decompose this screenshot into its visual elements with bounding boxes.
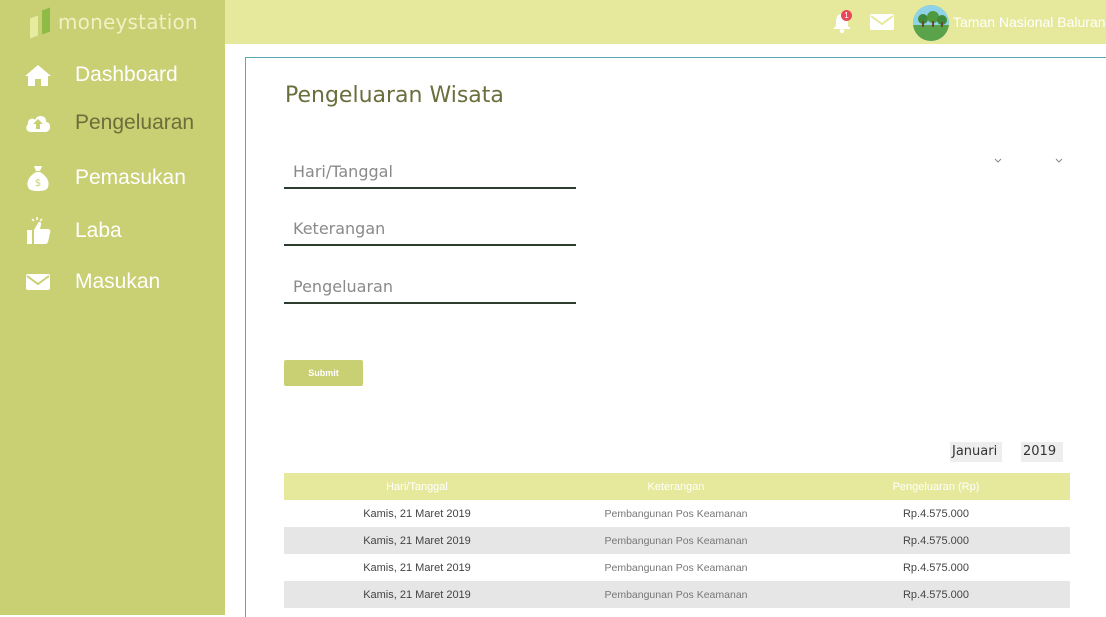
date-field[interactable] — [284, 155, 576, 189]
cell-description: Pembangunan Pos Keamanan — [604, 507, 748, 520]
chevron-down-icon[interactable] — [993, 157, 1005, 167]
messages-envelope-icon[interactable] — [869, 12, 895, 32]
user-name[interactable]: Taman Nasional Baluran — [953, 14, 1106, 30]
column-header-amount: Pengeluaran (Rp) — [802, 473, 1070, 500]
column-header-date: Hari/Tanggal — [284, 473, 550, 500]
cell-amount: Rp.4.575.000 — [802, 527, 1070, 554]
notification-badge: 1 — [841, 10, 852, 21]
cell-description: Pembangunan Pos Keamanan — [604, 561, 748, 574]
cell-amount: Rp.4.575.000 — [902, 507, 970, 520]
logo[interactable]: moneystation — [30, 6, 198, 39]
money-bag-icon: $ — [24, 164, 52, 192]
home-icon — [24, 61, 52, 89]
thumbs-up-icon — [24, 217, 52, 245]
sidebar-item-pengeluaran[interactable]: Pengeluaran — [0, 103, 225, 143]
sidebar-item-label: Masukan — [75, 270, 161, 293]
chevron-down-icon[interactable] — [1054, 157, 1066, 167]
envelope-icon — [24, 268, 52, 296]
amount-field[interactable] — [284, 270, 576, 304]
sidebar: moneystation Dashboard Pengeluaran $ Pem… — [0, 0, 225, 615]
cell-amount: Rp.4.575.000 — [802, 581, 1070, 608]
svg-text:$: $ — [35, 178, 41, 189]
sidebar-item-pemasukan[interactable]: $ Pemasukan — [0, 158, 225, 198]
page-title: Pengeluaran Wisata — [285, 83, 504, 108]
cell-date: Kamis, 21 Maret 2019 — [284, 581, 550, 608]
avatar[interactable] — [913, 5, 949, 41]
cell-date: Kamis, 21 Maret 2019 — [284, 527, 550, 554]
sidebar-item-laba[interactable]: Laba — [0, 211, 225, 251]
sidebar-item-label: Pengeluaran — [75, 111, 195, 134]
description-field[interactable] — [284, 212, 576, 246]
logo-mark-icon — [30, 7, 54, 39]
submit-button[interactable]: Submit — [284, 360, 363, 386]
table-row: Kamis, 21 Maret 2019 Pembangunan Pos Kea… — [284, 500, 1070, 527]
cloud-upload-icon — [24, 109, 52, 137]
sidebar-item-label: Pemasukan — [75, 166, 186, 189]
cell-date: Kamis, 21 Maret 2019 — [363, 561, 471, 574]
cell-description: Pembangunan Pos Keamanan — [550, 581, 802, 608]
column-header-description: Keterangan — [550, 473, 802, 500]
cell-description: Pembangunan Pos Keamanan — [550, 527, 802, 554]
brand-name: moneystation — [58, 10, 198, 34]
expense-table: Hari/Tanggal Keterangan Pengeluaran (Rp)… — [284, 473, 1070, 608]
sidebar-item-label: Dashboard — [75, 63, 178, 86]
table-row: Kamis, 21 Maret 2019 Pembangunan Pos Kea… — [284, 527, 1070, 554]
sidebar-item-masukan[interactable]: Masukan — [0, 262, 225, 302]
table-header-row: Hari/Tanggal Keterangan Pengeluaran (Rp) — [284, 473, 1070, 500]
table-row: Kamis, 21 Maret 2019 Pembangunan Pos Kea… — [284, 581, 1070, 608]
cell-amount: Rp.4.575.000 — [902, 561, 970, 574]
sidebar-item-dashboard[interactable]: Dashboard — [0, 55, 225, 95]
cell-date: Kamis, 21 Maret 2019 — [363, 507, 471, 520]
month-select[interactable]: Januari — [950, 442, 1002, 462]
year-select[interactable]: 2019 — [1021, 442, 1063, 462]
table-row: Kamis, 21 Maret 2019 Pembangunan Pos Kea… — [284, 554, 1070, 581]
sidebar-item-label: Laba — [75, 219, 122, 242]
